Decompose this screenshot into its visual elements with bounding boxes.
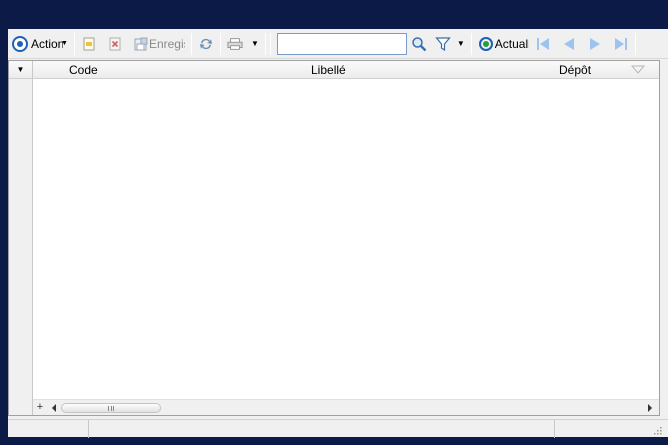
scroll-right-arrow-icon[interactable] (645, 403, 655, 413)
next-icon (587, 36, 603, 52)
toolbar-separator (470, 32, 472, 55)
actions-button[interactable]: Actions ▼ (10, 32, 70, 56)
toolbar-separator (190, 32, 192, 55)
delete-button[interactable] (105, 32, 125, 56)
save-icon (133, 36, 149, 52)
print-button[interactable] (225, 32, 247, 56)
chevron-down-icon: ▼ (250, 39, 259, 48)
column-chooser-button[interactable]: ▼ (9, 61, 33, 79)
status-pane-2 (89, 420, 555, 438)
refresh-sync-button[interactable] (196, 32, 216, 56)
filter-icon (435, 36, 451, 52)
refresh-icon (478, 36, 494, 52)
save-button[interactable]: Enregistrer (131, 32, 187, 56)
column-filter-icon[interactable] (630, 64, 646, 78)
status-pane-1 (8, 420, 89, 438)
save-label: Enregistrer (148, 36, 185, 51)
actions-label: Actions (31, 36, 63, 51)
last-record-button[interactable] (611, 32, 631, 56)
new-button[interactable] (79, 32, 99, 56)
scrollbar-thumb[interactable] (61, 403, 161, 413)
horizontal-scrollbar[interactable]: + (33, 399, 659, 415)
column-header-code[interactable]: Code (69, 63, 98, 77)
search-button[interactable] (409, 32, 429, 56)
first-record-button[interactable] (533, 32, 553, 56)
print-dropdown-button[interactable]: ▼ (249, 32, 261, 56)
chevron-down-icon: ▼ (16, 65, 25, 74)
row-indicator-column (9, 61, 33, 415)
search-input[interactable] (276, 32, 407, 55)
previous-record-button[interactable] (559, 32, 579, 56)
toolbar-separator (634, 32, 636, 55)
column-header-depot[interactable]: Dépôt (559, 63, 591, 77)
sync-icon (198, 36, 214, 52)
toolbar-separator (219, 32, 221, 55)
resize-grip-icon[interactable] (652, 424, 662, 435)
last-icon (613, 36, 629, 52)
toolbar-separator (264, 32, 266, 55)
refresh-label: Actualiser (494, 36, 529, 51)
printer-icon (227, 36, 245, 52)
new-document-icon (81, 36, 97, 52)
filter-button[interactable] (433, 32, 453, 56)
add-row-button[interactable]: + (33, 400, 47, 415)
toolbar-separator (73, 32, 75, 55)
app-window: Actions ▼ Enregistrer (8, 29, 668, 438)
scroll-left-arrow-icon[interactable] (49, 403, 59, 413)
next-record-button[interactable] (585, 32, 605, 56)
filter-dropdown-button[interactable]: ▼ (455, 32, 467, 56)
delete-icon (107, 36, 123, 52)
actions-icon (12, 35, 28, 52)
data-grid[interactable]: ▼ Code Libellé Dépôt + (8, 60, 660, 416)
grip-icon (108, 406, 114, 411)
toolbar: Actions ▼ Enregistrer (8, 29, 668, 59)
refresh-button[interactable]: Actualiser (476, 32, 531, 56)
chevron-down-icon: ▼ (456, 39, 465, 48)
chevron-down-icon: ▼ (61, 40, 68, 47)
grid-header: Code Libellé Dépôt (33, 61, 659, 79)
toolbar-separator (269, 32, 271, 55)
previous-icon (561, 36, 577, 52)
status-bar (8, 419, 668, 438)
first-icon (535, 36, 551, 52)
search-icon (411, 36, 427, 52)
column-header-libelle[interactable]: Libellé (311, 63, 346, 77)
